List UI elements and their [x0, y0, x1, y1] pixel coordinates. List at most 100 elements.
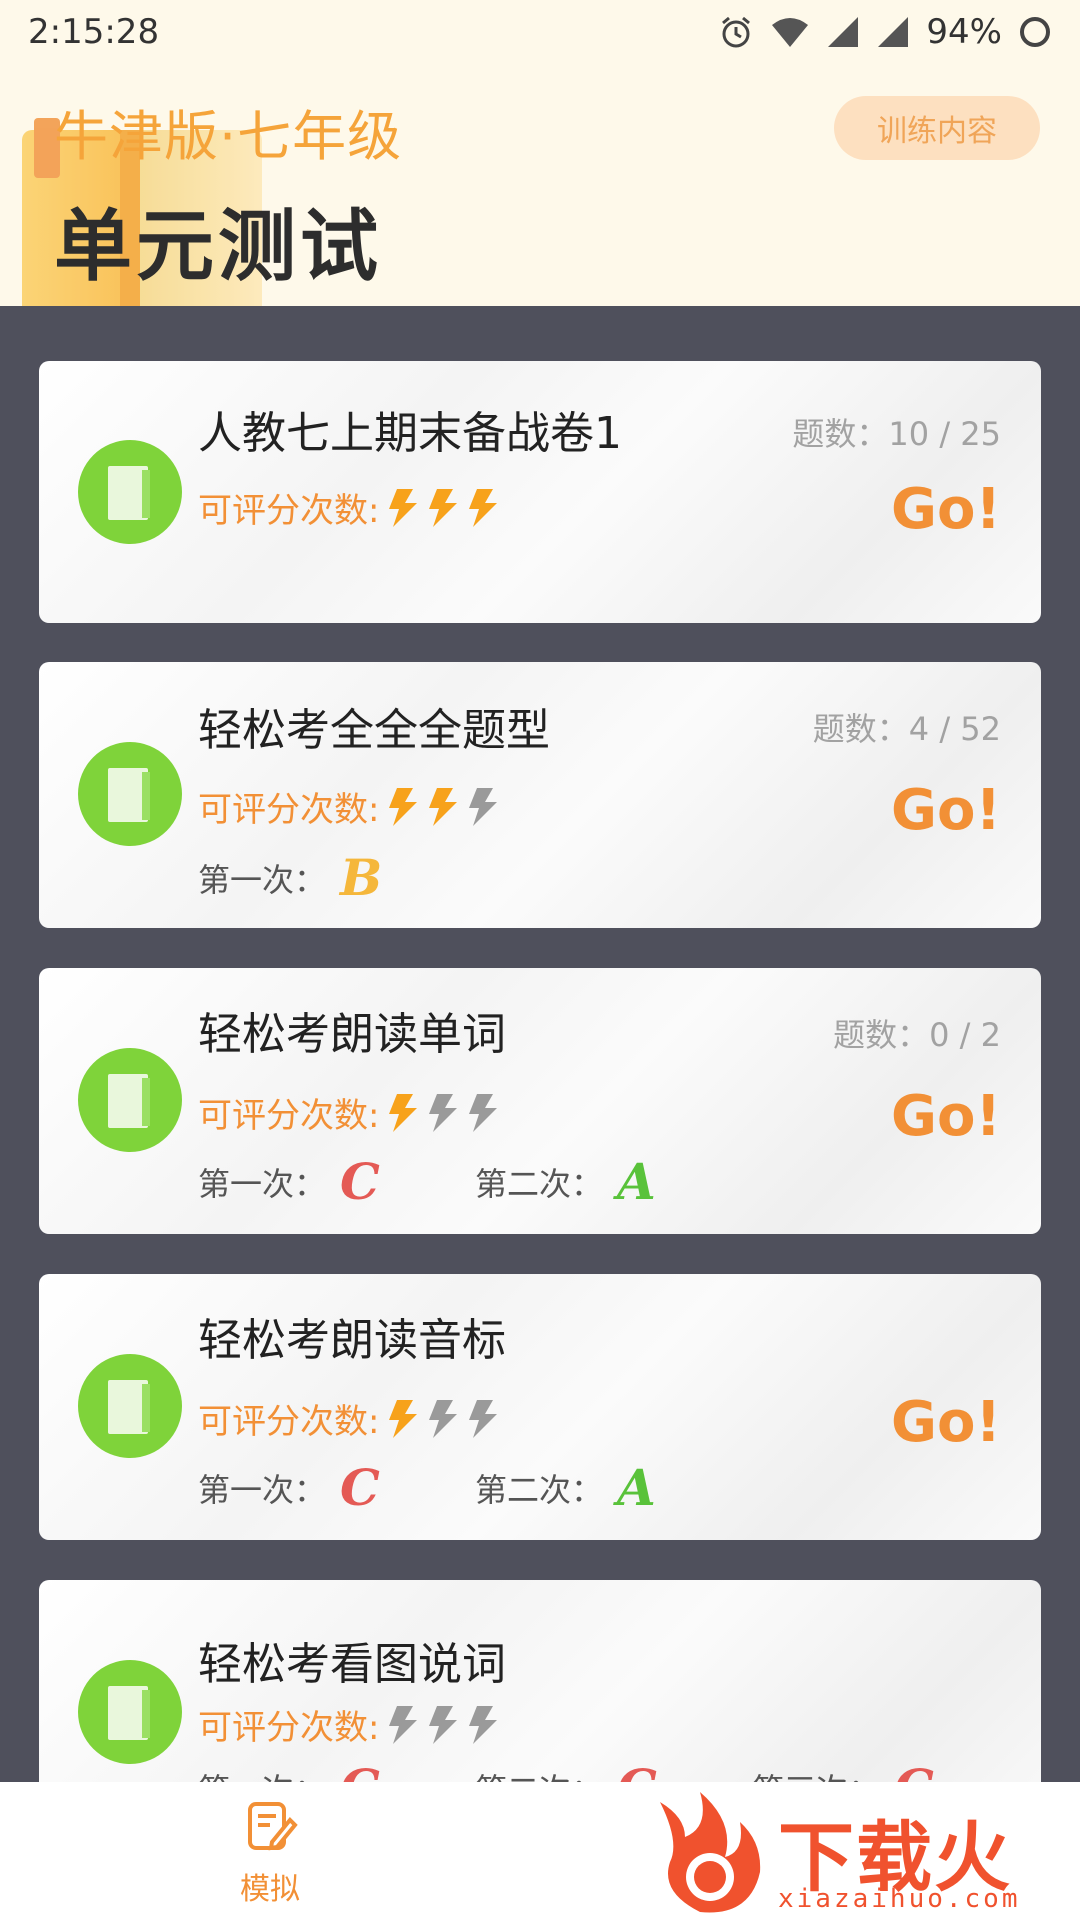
attempt-label: 第一次： — [198, 1765, 326, 1783]
attempt-result: 第一次： C — [198, 1458, 475, 1517]
score-chances-row: 可评分次数: — [198, 782, 501, 831]
book-icon — [78, 1354, 182, 1458]
book-icon — [78, 440, 182, 544]
go-button[interactable]: Go! — [891, 1390, 1001, 1455]
grade-badge: C — [340, 1758, 380, 1782]
bolt-indicator — [383, 1398, 501, 1440]
test-card[interactable]: 人教七上期末备战卷1 题数：10 / 25 Go! 可评分次数: — [39, 361, 1041, 623]
status-bar: 2:15:28 94% — [0, 0, 1080, 64]
bolt-active-icon — [423, 487, 461, 529]
attempt-result: 第一次： C — [198, 1152, 475, 1211]
training-content-button[interactable]: 训练内容 — [834, 96, 1040, 160]
flame-logo-icon — [660, 1792, 761, 1913]
grade-badge: C — [894, 1758, 934, 1782]
status-time: 2:15:28 — [28, 12, 160, 52]
bolt-indicator — [383, 786, 501, 828]
score-chances-row: 可评分次数: — [198, 1700, 501, 1749]
question-count: 题数：0 / 2 — [833, 1016, 1001, 1054]
grade-badge: A — [617, 1152, 656, 1211]
test-title: 轻松考朗读单词 — [198, 1009, 506, 1060]
grade-badge: C — [340, 1458, 380, 1517]
score-chances-label: 可评分次数: — [198, 491, 380, 531]
attempt-results: 第一次： B — [198, 848, 475, 907]
alarm-icon — [718, 14, 754, 50]
attempt-results: 第一次： C 第二次： C 第三次： C — [198, 1758, 1029, 1782]
score-chances-label: 可评分次数: — [198, 790, 380, 830]
header-area: 2:15:28 94% 牛津版·七年级 单元测试 训练内容 — [0, 0, 1080, 306]
grade-badge: B — [340, 848, 383, 907]
go-button[interactable]: Go! — [891, 477, 1001, 542]
bolt-used-icon — [463, 1092, 501, 1134]
bolt-active-icon — [383, 786, 421, 828]
bolt-active-icon — [423, 786, 461, 828]
bolt-active-icon — [383, 487, 421, 529]
test-card[interactable]: 轻松考朗读音标 Go! 可评分次数: 第一次： C 第二次： A — [39, 1274, 1041, 1540]
wifi-icon — [770, 15, 810, 49]
book-icon — [78, 742, 182, 846]
score-chances-row: 可评分次数: — [198, 1394, 501, 1443]
attempt-label: 第一次： — [198, 1470, 327, 1509]
grade-badge: C — [340, 1152, 380, 1211]
grade-badge: C — [617, 1758, 657, 1782]
attempt-label: 第三次： — [752, 1765, 880, 1783]
score-chances-label: 可评分次数: — [198, 1402, 380, 1442]
test-card[interactable]: 轻松考看图说词 可评分次数: 第一次： C 第二次： C 第三次： C — [39, 1580, 1041, 1782]
battery-icon — [1018, 15, 1052, 49]
nav-item-simulate[interactable]: 模拟 — [210, 1798, 330, 1908]
score-chances-label: 可评分次数: — [198, 1096, 380, 1136]
attempt-label: 第二次： — [475, 1470, 604, 1509]
test-title: 人教七上期末备战卷1 — [198, 408, 622, 459]
page-subtitle: 牛津版·七年级 — [54, 105, 403, 168]
attempt-label: 第一次： — [198, 860, 327, 899]
attempt-label: 第二次： — [475, 1765, 603, 1783]
attempt-result: 第二次： A — [475, 1152, 752, 1211]
test-title: 轻松考全全全题型 — [198, 705, 550, 756]
attempt-label: 第二次： — [475, 1164, 604, 1203]
bolt-active-icon — [463, 487, 501, 529]
test-list[interactable]: 人教七上期末备战卷1 题数：10 / 25 Go! 可评分次数: 轻松考全全全题… — [0, 306, 1080, 1782]
bolt-indicator — [383, 1704, 501, 1746]
bolt-active-icon — [383, 1398, 421, 1440]
book-icon — [78, 1048, 182, 1152]
status-icons: 94% — [718, 12, 1052, 52]
question-count: 题数：10 / 25 — [792, 415, 1001, 453]
nav-item-label: 模拟 — [240, 1872, 300, 1907]
edit-document-icon — [242, 1798, 298, 1858]
bottom-nav: 模拟 下载火 xiazaihuo.com — [0, 1782, 1080, 1920]
bolt-active-icon — [383, 1092, 421, 1134]
page-title: 单元测试 — [54, 202, 383, 292]
bolt-used-icon — [463, 1398, 501, 1440]
watermark-logo: 下载火 xiazaihuo.com — [640, 1782, 1080, 1920]
score-chances-row: 可评分次数: — [198, 1088, 501, 1137]
battery-percent: 94% — [926, 12, 1002, 52]
bolt-used-icon — [383, 1704, 421, 1746]
watermark-url: xiazaihuo.com — [778, 1884, 1021, 1914]
go-button[interactable]: Go! — [891, 1084, 1001, 1149]
bolt-used-icon — [423, 1704, 461, 1746]
test-title: 轻松考朗读音标 — [198, 1315, 506, 1366]
test-card[interactable]: 轻松考全全全题型 题数：4 / 52 Go! 可评分次数: 第一次： B — [39, 662, 1041, 928]
grade-badge: A — [617, 1458, 656, 1517]
attempt-result: 第一次： C — [198, 1758, 475, 1782]
bolt-used-icon — [423, 1398, 461, 1440]
bolt-indicator — [383, 487, 501, 529]
question-count: 题数：4 / 52 — [812, 710, 1001, 748]
score-chances-row: 可评分次数: — [198, 483, 501, 532]
bolt-used-icon — [463, 1704, 501, 1746]
attempt-results: 第一次： C 第二次： A — [198, 1152, 752, 1211]
signal-icon — [826, 15, 860, 49]
test-card[interactable]: 轻松考朗读单词 题数：0 / 2 Go! 可评分次数: 第一次： C 第二次： … — [39, 968, 1041, 1234]
attempt-result: 第二次： C — [475, 1758, 752, 1782]
score-chances-label: 可评分次数: — [198, 1708, 380, 1748]
bolt-used-icon — [463, 786, 501, 828]
bolt-indicator — [383, 1092, 501, 1134]
test-title: 轻松考看图说词 — [198, 1639, 506, 1690]
attempt-result: 第一次： B — [198, 848, 475, 907]
bolt-used-icon — [423, 1092, 461, 1134]
attempt-result: 第三次： C — [752, 1758, 1029, 1782]
attempt-label: 第一次： — [198, 1164, 327, 1203]
signal-icon — [876, 15, 910, 49]
attempt-result: 第二次： A — [475, 1458, 752, 1517]
go-button[interactable]: Go! — [891, 778, 1001, 843]
book-icon — [78, 1660, 182, 1764]
